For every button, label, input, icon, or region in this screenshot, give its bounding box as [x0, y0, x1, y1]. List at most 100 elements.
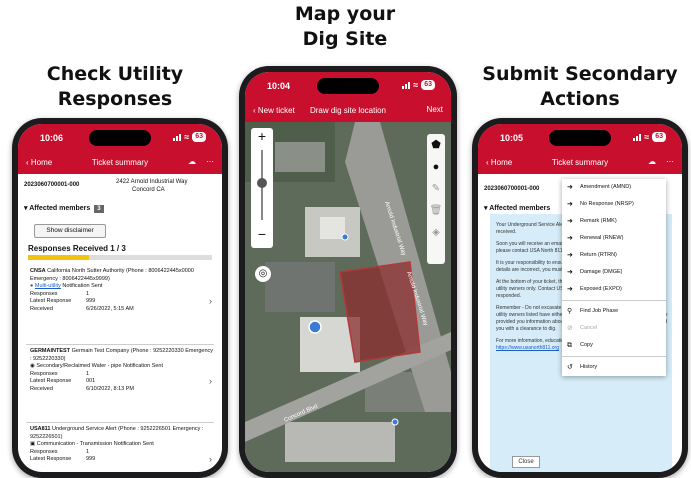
menu-item-renewal[interactable]: ➜ Renewal (RNEW) [562, 230, 666, 247]
menu-item-damage[interactable]: ➜ Damage (DMGE) [562, 264, 666, 281]
status-time: 10:06 [40, 133, 64, 143]
menu-item-history[interactable]: ↺ History [562, 359, 666, 376]
heading-left-line1: Check Utility [46, 63, 184, 85]
wifi-icon: ≈ [644, 132, 650, 142]
map-building [275, 142, 325, 172]
layers-icon[interactable]: ◎ [255, 266, 271, 282]
ticket-address: 2422 Arnold Industrial Way Concord CA [116, 179, 188, 193]
detail-row: Responses 1 [30, 290, 90, 297]
notification-status: Notification Sent [113, 441, 154, 447]
edit-tool-icon[interactable]: ✎ [427, 178, 445, 200]
cancel-icon: ⊘ [567, 325, 573, 332]
satellite-map[interactable]: Arnold Industrial Way Arnold Industrial … [245, 122, 451, 472]
arrow-right-icon: ➜ [567, 235, 573, 242]
polygon-tool-icon[interactable]: ⬟ [427, 134, 445, 156]
heading-center: Map your Dig Site [270, 2, 420, 52]
affected-count-badge: 3 [94, 205, 104, 213]
signal-icon [173, 133, 182, 141]
responses-title: Responses Received 1 / 3 [28, 244, 126, 253]
map-pin-icon [341, 233, 349, 241]
next-button[interactable]: Next [427, 105, 443, 114]
chevron-right-icon: › [209, 454, 212, 464]
arrow-right-icon: ➜ [567, 218, 573, 225]
cloud-upload-icon[interactable]: ☁ [188, 157, 196, 166]
phone-right-screen: 10:05 ≈ 63 ‹ Home Ticket summary ☁ ⋯ 202… [478, 124, 682, 472]
member-fullname: California North Sutter Authority (Phone… [30, 268, 194, 282]
detail-row: Received 6/26/2022, 5:15 AM [30, 305, 134, 312]
heading-center-line2: Dig Site [302, 28, 388, 50]
signal-icon [633, 133, 642, 141]
circle-tool-icon[interactable]: ● [427, 156, 445, 178]
wifi-icon: ≈ [413, 80, 419, 90]
arrow-right-icon: ➜ [567, 252, 573, 259]
caret-down-icon: ▾ [24, 205, 28, 212]
copy-icon: ⧉ [567, 342, 572, 349]
menu-item-cancel: ⊘ Cancel [562, 320, 666, 337]
chevron-right-icon: › [209, 376, 212, 386]
zoom-control[interactable]: + − [251, 128, 273, 248]
status-time: 10:04 [267, 81, 291, 91]
menu-item-exposed[interactable]: ➜ Exposed (EXPO) [562, 281, 666, 298]
battery-icon: 63 [652, 132, 666, 142]
facility-type: Communication - Transmission [36, 441, 113, 447]
notification-status: Notification Sent [62, 283, 103, 289]
website-link[interactable]: https://www.usanorth811.org [496, 345, 559, 351]
facility-link[interactable]: Multi-utility [35, 283, 61, 289]
menu-item-amendment[interactable]: ➜ Amendment (AMND) [562, 179, 666, 196]
member-code: USA811 [30, 426, 51, 432]
zoom-slider-thumb[interactable] [257, 178, 267, 188]
status-time: 10:05 [500, 133, 524, 143]
detail-row: Latest Response 999 [30, 298, 96, 304]
heading-left: Check Utility Responses [20, 62, 210, 112]
battery-icon: 63 [421, 80, 435, 90]
zoom-in-icon[interactable]: + [251, 128, 273, 144]
wifi-icon: ≈ [184, 132, 190, 142]
affected-members-toggle[interactable]: ▾ Affected members [484, 204, 550, 212]
signal-icon [402, 81, 411, 89]
more-icon[interactable]: ⋯ [206, 157, 214, 166]
show-disclaimer-button[interactable]: Show disclaimer [34, 224, 106, 238]
facility-dot-icon: ● [30, 283, 34, 289]
divider [26, 422, 214, 423]
caret-down-icon: ▾ [484, 205, 488, 212]
more-icon[interactable]: ⋯ [666, 157, 674, 166]
member-card[interactable]: GERMAINTEST Germain Test Company (Phone … [30, 348, 216, 393]
location-marker-icon[interactable] [308, 320, 322, 334]
ticket-number: 2023060700001-000 [484, 186, 540, 192]
zoom-slider[interactable] [257, 150, 267, 220]
map-building [285, 422, 395, 462]
nav-title: Draw dig site location [309, 106, 387, 115]
drawing-toolbar: ⬟ ● ✎ 🗑 ◈ [427, 134, 445, 264]
zoom-out-icon[interactable]: − [251, 226, 273, 242]
antenna-icon: ▣ [30, 441, 36, 447]
dynamic-island [89, 130, 151, 146]
progress-fill [28, 255, 89, 260]
history-icon: ↺ [567, 364, 573, 371]
delete-tool-icon[interactable]: 🗑 [427, 200, 445, 222]
menu-item-find-job-phase[interactable]: ⚲ Find Job Phase [562, 303, 666, 320]
menu-item-no-response[interactable]: ➜ No Response (NRSP) [562, 196, 666, 213]
heading-right-line1: Submit Secondary [482, 63, 678, 85]
notification-status: Notification Sent [122, 363, 164, 369]
divider [26, 344, 214, 345]
menu-item-copy[interactable]: ⧉ Copy [562, 337, 666, 354]
search-icon: ⚲ [567, 308, 573, 315]
member-card[interactable]: CNSA California North Sutter Authority (… [30, 268, 216, 313]
phone-center-screen: 10:04 ≈ 63 ‹ New ticket Draw dig site lo… [245, 72, 451, 472]
menu-item-return[interactable]: ➜ Return (RTRN) [562, 247, 666, 264]
map-parking [265, 262, 335, 312]
member-code: CNSA [30, 268, 46, 274]
map-layers-icon[interactable]: ◈ [427, 222, 445, 244]
member-code: GERMAINTEST [30, 348, 71, 354]
affected-label: Affected members [489, 205, 551, 212]
actions-menu: ➜ Amendment (AMND) ➜ No Response (NRSP) ➜ R… [562, 179, 666, 376]
cloud-upload-icon[interactable]: ☁ [648, 157, 656, 166]
close-button[interactable]: Close [512, 456, 540, 468]
phone-left: 10:06 ≈ 63 ‹ Home Ticket summary ☁ ⋯ 202… [12, 118, 228, 478]
heading-left-line2: Responses [57, 88, 173, 110]
menu-item-remark[interactable]: ➜ Remark (RMK) [562, 213, 666, 230]
nav-bar: ‹ Home Ticket summary ☁ ⋯ [18, 152, 222, 174]
affected-members-toggle[interactable]: ▾ Affected members 3 [24, 204, 104, 213]
member-card[interactable]: USA811 Underground Service Alert (Phone … [30, 426, 216, 464]
detail-row: Responses 1 [30, 370, 90, 377]
